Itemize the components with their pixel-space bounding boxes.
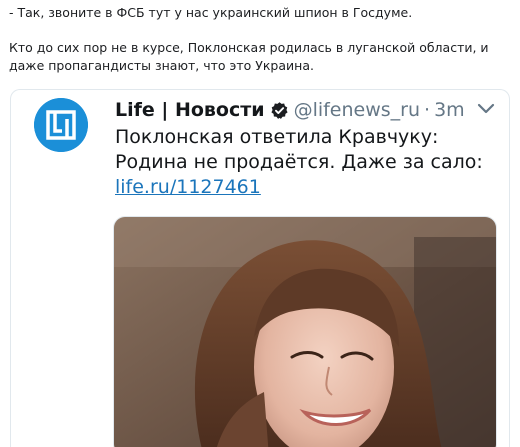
tweet-link[interactable]: life.ru/1127461 <box>115 175 261 200</box>
account-name[interactable]: Life | Новости <box>115 99 265 121</box>
verified-badge-icon <box>270 101 289 120</box>
lifenews-logo-icon <box>34 98 88 152</box>
tweet-timestamp[interactable]: 3m <box>434 99 465 121</box>
chevron-down-icon[interactable] <box>477 102 495 116</box>
woman-portrait-photo <box>114 217 496 447</box>
post-line-1: - Так, звоните в ФСБ тут у нас украински… <box>9 5 413 20</box>
tweet-header: Life | Новости @lifenews_ru · 3m <box>115 97 465 123</box>
tweet-photo[interactable] <box>113 216 497 447</box>
tweet-text-line-1: Поклонская ответила Кравчуку: <box>115 126 439 148</box>
separator-dot: · <box>424 99 431 121</box>
post-text: - Так, звоните в ФСБ тут у нас украински… <box>9 4 509 75</box>
tweet-text-line-2: Родина не продаётся. Даже за сало: <box>115 151 483 173</box>
post-line-2: Кто до сих пор не в курсе, Поклонская ро… <box>9 40 489 73</box>
embedded-tweet-card[interactable]: Life | Новости @lifenews_ru · 3m Поклонс… <box>10 89 510 447</box>
account-handle[interactable]: @lifenews_ru <box>294 99 420 121</box>
tweet-text: Поклонская ответила Кравчуку: Родина не … <box>115 125 500 200</box>
account-avatar[interactable] <box>34 98 88 152</box>
